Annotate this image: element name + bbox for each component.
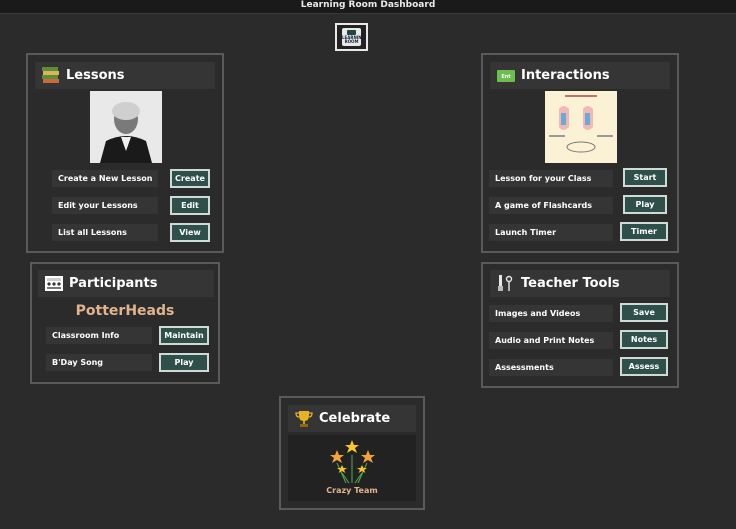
app-logo: LEARNING ROOM bbox=[335, 23, 368, 51]
portrait-photo bbox=[90, 91, 162, 163]
lessons-row-label-1: Edit your Lessons bbox=[52, 197, 158, 214]
notes-button[interactable]: Notes bbox=[620, 330, 668, 349]
teacher-tools-title: Teacher Tools bbox=[521, 276, 620, 291]
classroom-icon bbox=[45, 276, 63, 291]
lessons-row-label-2: List all Lessons bbox=[52, 224, 158, 241]
window-title: Learning Room Dashboard bbox=[0, 0, 736, 14]
lessons-row-label-0: Create a New Lesson bbox=[52, 170, 158, 187]
team-name: Crazy Team bbox=[326, 486, 378, 495]
edit-lessons-button[interactable]: Edit bbox=[170, 196, 210, 215]
celebrate-header: Celebrate bbox=[288, 405, 416, 432]
launch-timer-button[interactable]: Timer bbox=[620, 222, 668, 241]
diagram-thumbnail bbox=[545, 91, 617, 163]
play-bday-song-button[interactable]: Play bbox=[159, 353, 209, 372]
teacher-tools-header: Teacher Tools bbox=[490, 270, 670, 297]
fireworks-area: Crazy Team bbox=[288, 435, 416, 501]
group-name: PotterHeads bbox=[75, 303, 175, 319]
interactions-row-label-2: Launch Timer bbox=[489, 224, 613, 241]
teacher-tools-row-label-0: Images and Videos bbox=[489, 305, 613, 322]
create-lesson-button[interactable]: Create bbox=[170, 169, 210, 188]
teacher-tools-row-label-2: Assessments bbox=[489, 359, 613, 376]
interactions-panel: Ent Interactions Lesson for your Class S… bbox=[481, 53, 679, 253]
lessons-header: Lessons bbox=[35, 62, 215, 89]
celebrate-title: Celebrate bbox=[319, 411, 391, 426]
participants-panel: Participants PotterHeads Classroom Info … bbox=[30, 262, 220, 384]
participants-row-label-1: B'Day Song bbox=[46, 354, 152, 371]
start-lesson-button[interactable]: Start bbox=[623, 168, 667, 187]
assess-button[interactable]: Assess bbox=[620, 357, 668, 376]
view-lessons-button[interactable]: View bbox=[170, 223, 210, 242]
interactions-title: Interactions bbox=[521, 68, 610, 83]
svg-text:Ent: Ent bbox=[501, 74, 511, 80]
save-media-button[interactable]: Save bbox=[620, 303, 668, 322]
play-flashcards-button[interactable]: Play bbox=[623, 195, 667, 214]
interactions-row-label-1: A game of Flashcards bbox=[489, 197, 613, 214]
books-icon bbox=[42, 67, 59, 83]
logo-text: LEARNING ROOM bbox=[342, 35, 365, 44]
interact-icon: Ent bbox=[497, 70, 515, 82]
interactions-row-label-0: Lesson for your Class bbox=[489, 170, 613, 187]
teacher-tools-row-label-1: Audio and Print Notes bbox=[489, 332, 613, 349]
participants-title: Participants bbox=[69, 276, 158, 291]
celebrate-panel: Celebrate Crazy Team bbox=[279, 396, 425, 510]
teacher-tools-panel: Teacher Tools Images and Videos Save Aud… bbox=[481, 262, 679, 388]
interactions-header: Ent Interactions bbox=[490, 62, 670, 89]
participants-row-label-0: Classroom Info bbox=[46, 327, 152, 344]
trophy-icon bbox=[295, 411, 313, 427]
lessons-panel: Lessons Create a New Lesson Create Edit … bbox=[26, 53, 224, 253]
lessons-title: Lessons bbox=[66, 68, 125, 83]
tools-icon bbox=[498, 275, 513, 291]
participants-header: Participants bbox=[38, 270, 214, 297]
maintain-classroom-button[interactable]: Maintain bbox=[159, 326, 209, 345]
